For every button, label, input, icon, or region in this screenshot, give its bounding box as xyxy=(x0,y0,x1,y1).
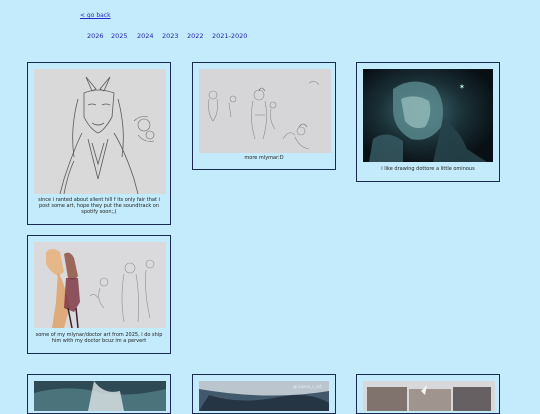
post-card-6[interactable]: @ kazuo_s_art xyxy=(192,374,336,414)
post-card-5[interactable] xyxy=(27,374,171,414)
go-back-link[interactable]: < go back xyxy=(80,12,111,19)
year-link-2024[interactable]: 2024 xyxy=(137,32,154,40)
post-caption-1: since i ranted about silent hill f its o… xyxy=(38,197,160,215)
post-image-5[interactable] xyxy=(34,381,166,411)
image-watermark: @ kazuo_s_art xyxy=(293,384,322,389)
partial-artwork-7-icon xyxy=(363,381,495,411)
post-card-7[interactable] xyxy=(356,374,500,414)
post-card-2[interactable]: more mlymar:D xyxy=(192,62,336,170)
svg-text:✶: ✶ xyxy=(459,83,465,91)
post-card-1[interactable]: since i ranted about silent hill f its o… xyxy=(27,62,171,225)
post-image-1[interactable] xyxy=(34,69,166,194)
post-image-2[interactable] xyxy=(199,69,331,153)
year-link-2025[interactable]: 2025 xyxy=(111,32,128,40)
post-card-4[interactable]: some of my mlynar/doctor art from 2025, … xyxy=(27,235,171,354)
post-image-7[interactable] xyxy=(363,381,495,411)
year-link-2022[interactable]: 2022 xyxy=(187,32,204,40)
mlymar-sketches-icon xyxy=(199,69,331,153)
post-caption-2: more mlymar:D xyxy=(244,155,284,161)
post-caption-4: some of my mlynar/doctor art from 2025, … xyxy=(35,332,163,344)
post-image-4[interactable] xyxy=(34,242,166,328)
year-link-2021-2020[interactable]: 2021-2020 xyxy=(212,32,247,40)
year-link-2026[interactable]: 2026 xyxy=(87,32,104,40)
post-caption-3: i like drawing dottore a little ominous xyxy=(381,166,475,172)
partial-artwork-5-icon xyxy=(34,381,166,411)
post-image-3[interactable]: ✶ xyxy=(363,69,493,162)
year-link-2023[interactable]: 2023 xyxy=(162,32,179,40)
fox-mask-sketch-icon xyxy=(34,69,166,194)
post-card-3[interactable]: ✶ i like drawing dottore a little ominou… xyxy=(356,62,500,182)
mlynar-doctor-art-icon xyxy=(34,242,166,328)
dottore-painting-icon: ✶ xyxy=(363,69,493,162)
